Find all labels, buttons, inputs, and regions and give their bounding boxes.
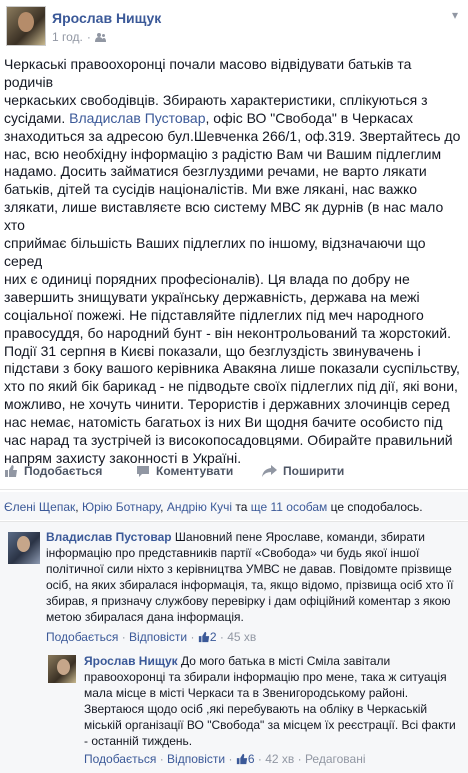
commenter-name[interactable]: Ярослав Нищук xyxy=(84,654,178,668)
commenter-name[interactable]: Владислав Пустовар xyxy=(46,530,172,544)
body-line: злякати, лише виставляєте всю систему МВ… xyxy=(4,199,444,234)
body-line: черкаських свободівців. Збирають характе… xyxy=(4,91,428,108)
likes-and: та xyxy=(232,500,251,514)
post-header: Ярослав Нищук 1 год. · ▾ xyxy=(0,0,468,56)
body-line: хто по який бік барикад - не підводьте с… xyxy=(4,378,458,395)
comment-like-link[interactable]: Подобається xyxy=(46,630,118,644)
comment-text: До мого батька в місті Сміла завітали xyxy=(177,654,391,668)
post-meta: 1 год. · xyxy=(52,30,106,44)
likes-summary: Єлені Щепак, Юрію Ботнару, Андрію Кучі т… xyxy=(4,500,423,514)
comment-line: - останній тиждень. xyxy=(84,733,193,748)
share-action-button[interactable]: Поширити xyxy=(262,464,344,478)
comment-line: політичної сили ніхто з керівництва УМВС… xyxy=(46,561,452,576)
meta-dot: · xyxy=(190,630,195,644)
comment-line: міській організації ВО "Свобода" за місц… xyxy=(84,717,456,732)
body-line: нас, всю необхідну інформацію з радістю … xyxy=(4,145,442,162)
liker-link[interactable]: Андрію Кучі xyxy=(167,500,232,514)
comment-line: правоохоронці та збирали інформацію про … xyxy=(84,669,447,684)
body-line: них є одиниці порядних професіоналів). Ц… xyxy=(4,270,410,287)
post-actions-bar: Подобається Коментувати Поширити xyxy=(0,459,468,485)
post-options-chevron-icon[interactable]: ▾ xyxy=(452,8,458,22)
meta-dot: · xyxy=(228,752,233,766)
divider xyxy=(0,489,468,490)
post-time[interactable]: 1 год. xyxy=(52,30,83,44)
comment-line: інформацію про представників партії «Сво… xyxy=(46,545,420,560)
meta-dot: · xyxy=(121,630,126,644)
facebook-post: Ярослав Нищук 1 год. · ▾ Черкаські правоо… xyxy=(0,0,468,773)
body-line: Події 31 серпня в Києві показали, що без… xyxy=(4,342,421,359)
comment-time[interactable]: 45 хв xyxy=(227,630,256,644)
edited-label[interactable]: Редаговані xyxy=(305,752,366,766)
comment-bubble-icon xyxy=(137,465,149,477)
share-label: Поширити xyxy=(283,464,345,478)
comment-like-link[interactable]: Подобається xyxy=(84,752,156,766)
like-label: Подобається xyxy=(24,464,103,478)
thumbs-up-icon xyxy=(5,465,17,477)
thumbs-up-icon xyxy=(236,753,247,765)
like-action-button[interactable]: Подобається xyxy=(4,464,102,478)
comment-line: осіб, на яких збиралася інформація, та, … xyxy=(46,577,454,592)
comment-time[interactable]: 42 хв xyxy=(265,752,294,766)
comment: Владислав Пустовар Шановний пене Ярослав… xyxy=(46,530,464,625)
comment-meta: Подобається · Відповісти · 6 · 42 хв · Р… xyxy=(84,752,366,766)
likes-sep: , xyxy=(160,500,167,514)
comment-line: збирав, я призначу службову перевірку і … xyxy=(46,593,451,608)
body-line: Черкаські правоохоронці почали масово ві… xyxy=(4,56,412,90)
comment-line: метою збиралася дана інформація. xyxy=(46,609,244,624)
audience-friends-icon[interactable] xyxy=(94,32,106,42)
body-text: , офіс ВО "Свобода" в Черкасах xyxy=(205,109,413,126)
comment-line: Владислав Пустовар Шановний пене Ярослав… xyxy=(46,530,464,546)
comment-meta: Подобається · Відповісти · 2 · 45 хв xyxy=(46,630,256,644)
likes-tail: це сподобалось. xyxy=(327,500,423,514)
body-line: завершить знищувати українську державніс… xyxy=(4,288,420,305)
post-body: Черкаські правоохоронці почали масово ві… xyxy=(4,56,464,468)
body-line: підстави з боку вашого керівника Авакяна… xyxy=(4,360,460,377)
body-line: сприймає більшість Ваших підлеглих по ін… xyxy=(4,235,426,269)
commenter-avatar[interactable] xyxy=(8,532,40,564)
comment-like-count[interactable]: 2 xyxy=(210,630,217,644)
body-line: знаходиться за адресою бул.Шевченка 266/… xyxy=(4,127,461,144)
body-line: батьків, дітей та сусідів націоналістів.… xyxy=(4,181,418,198)
body-line: надамо. Досить займатися безглуздими реч… xyxy=(4,163,427,180)
thumbs-up-icon xyxy=(198,631,209,643)
author-name[interactable]: Ярослав Нищук xyxy=(52,10,161,26)
comment-reply-link[interactable]: Відповісти xyxy=(129,630,187,644)
replier-avatar[interactable] xyxy=(48,655,76,683)
comment-reply-link[interactable]: Відповісти xyxy=(167,752,225,766)
body-line: нас немає, натомість багатьох із них Ви … xyxy=(4,414,443,431)
share-arrow-icon xyxy=(262,465,277,477)
meta-dot: · xyxy=(297,752,302,766)
meta-separator: · xyxy=(86,30,91,44)
author-avatar[interactable] xyxy=(6,6,46,46)
likes-others-link[interactable]: ще 11 особам xyxy=(251,500,328,514)
comment-line: мала місце в місті Черкаси та в Звенигор… xyxy=(84,685,409,700)
reply-comment: Ярослав Нищук До мого батька в місті Смі… xyxy=(84,654,464,749)
body-line: час нарад та зустрічей із високопосадовц… xyxy=(4,432,453,449)
liker-link[interactable]: Юрію Ботнару xyxy=(82,500,160,514)
comment-line: Ярослав Нищук До мого батька в місті Смі… xyxy=(84,654,464,670)
comment-like-count[interactable]: 6 xyxy=(248,752,255,766)
body-text: сусідами. xyxy=(4,109,66,126)
meta-dot: · xyxy=(219,630,224,644)
liker-link[interactable]: Єлені Щепак xyxy=(4,500,75,514)
body-line: можливо, не хочуть чинити. Терористів і … xyxy=(4,396,450,413)
meta-dot: · xyxy=(159,752,164,766)
body-line: соціальної пожежі. Не підставляйте підле… xyxy=(4,306,424,323)
comment-line: Звертаюся щодо осіб ,які перебувають на … xyxy=(84,701,428,716)
body-line: правосуддя, бо народний бунт - він некон… xyxy=(4,324,451,341)
mention-link[interactable]: Владислав Пустовар xyxy=(69,110,205,126)
body-line: сусідами. Владислав Пустовар, офіс ВО "С… xyxy=(4,110,464,128)
meta-dot: · xyxy=(257,752,262,766)
likes-sep: , xyxy=(75,500,82,514)
comment-label: Коментувати xyxy=(156,464,234,478)
comment-text: Шановний пене Ярославе, команди, збирати xyxy=(171,530,425,544)
comment-action-button[interactable]: Коментувати xyxy=(136,464,233,478)
